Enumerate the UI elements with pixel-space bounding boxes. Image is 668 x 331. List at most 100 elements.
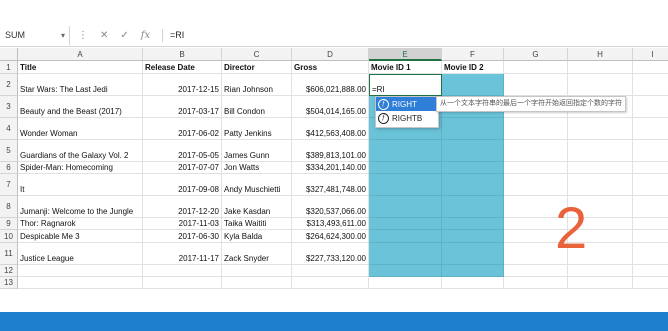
table-cell[interactable] [504,277,568,289]
table-cell[interactable]: Wonder Woman [18,118,143,140]
row-header[interactable]: 5 [0,140,18,162]
table-cell[interactable] [568,74,633,96]
table-cell[interactable] [633,230,668,243]
table-cell[interactable]: 2017-12-15 [143,74,222,96]
table-cell[interactable]: $313,493,611.00 [292,218,369,230]
row-header[interactable]: 11 [0,243,18,265]
enter-icon[interactable]: ✓ [120,30,128,41]
table-cell[interactable]: Gross [292,61,369,74]
table-cell[interactable]: $320,537,066.00 [292,196,369,218]
table-cell[interactable]: Title [18,61,143,74]
table-cell[interactable]: 2017-11-03 [143,218,222,230]
table-cell[interactable] [442,265,504,277]
table-cell[interactable] [633,140,668,162]
table-cell[interactable]: Star Wars: The Last Jedi [18,74,143,96]
row-header[interactable]: 9 [0,218,18,230]
table-cell[interactable]: $227,733,120.00 [292,243,369,265]
column-header-b[interactable]: B [143,48,222,61]
table-cell[interactable] [369,140,442,162]
name-box[interactable]: SUM ▾ [0,26,70,45]
column-header-f[interactable]: F [442,48,504,61]
table-cell[interactable] [633,218,668,230]
table-cell[interactable] [442,196,504,218]
table-cell[interactable] [568,265,633,277]
row-header[interactable]: 3 [0,96,18,118]
table-cell[interactable]: Bill Condon [222,96,292,118]
table-cell[interactable] [369,243,442,265]
table-cell[interactable] [442,118,504,140]
table-cell[interactable]: Thor: Ragnarok [18,218,143,230]
row-header[interactable]: 13 [0,277,18,289]
select-all-button[interactable] [0,48,18,61]
table-cell[interactable] [222,265,292,277]
table-cell[interactable]: 2017-06-02 [143,118,222,140]
table-cell[interactable] [222,277,292,289]
table-cell[interactable] [504,174,568,196]
table-cell[interactable]: $327,481,748.00 [292,174,369,196]
table-cell[interactable] [504,61,568,74]
table-cell[interactable] [292,277,369,289]
table-cell[interactable] [568,277,633,289]
table-cell[interactable] [442,140,504,162]
table-cell[interactable] [633,74,668,96]
table-cell[interactable]: Kyla Balda [222,230,292,243]
row-header[interactable]: 2 [0,74,18,96]
table-cell[interactable] [633,96,668,118]
table-cell[interactable]: Guardians of the Galaxy Vol. 2 [18,140,143,162]
column-header-a[interactable]: A [18,48,143,61]
table-cell[interactable] [369,174,442,196]
table-cell[interactable]: $334,201,140.00 [292,162,369,174]
table-cell[interactable]: Movie ID 2 [442,61,504,74]
table-cell[interactable]: James Gunn [222,140,292,162]
table-cell[interactable] [568,140,633,162]
table-cell[interactable] [633,277,668,289]
table-cell[interactable]: Director [222,61,292,74]
column-header-c[interactable]: C [222,48,292,61]
table-cell[interactable] [369,265,442,277]
table-cell[interactable] [292,265,369,277]
table-cell[interactable]: $264,624,300.00 [292,230,369,243]
row-header[interactable]: 10 [0,230,18,243]
table-cell[interactable] [369,230,442,243]
table-cell[interactable]: 2017-11-17 [143,243,222,265]
table-cell[interactable]: $504,014,165.00 [292,96,369,118]
formula-input[interactable]: =RI [170,26,184,45]
autocomplete-item-right[interactable]: ƒ RIGHT [376,97,438,111]
table-cell[interactable]: Andy Muschietti [222,174,292,196]
table-cell[interactable] [442,174,504,196]
table-cell[interactable] [143,265,222,277]
active-cell[interactable]: =RI [369,74,442,96]
table-cell[interactable] [143,277,222,289]
table-cell[interactable] [369,218,442,230]
column-header-h[interactable]: H [568,48,633,61]
table-cell[interactable]: 2017-07-07 [143,162,222,174]
table-cell[interactable] [504,74,568,96]
table-cell[interactable]: Taika Waititi [222,218,292,230]
table-cell[interactable] [442,218,504,230]
table-cell[interactable] [633,196,668,218]
table-cell[interactable]: $606,021,888.00 [292,74,369,96]
row-header[interactable]: 12 [0,265,18,277]
table-cell[interactable] [18,277,143,289]
column-header-d[interactable]: D [292,48,369,61]
table-cell[interactable]: Beauty and the Beast (2017) [18,96,143,118]
table-cell[interactable]: 2017-09-08 [143,174,222,196]
table-cell[interactable] [18,265,143,277]
table-cell[interactable] [633,118,668,140]
table-cell[interactable]: $412,563,408.00 [292,118,369,140]
table-cell[interactable] [633,243,668,265]
table-cell[interactable] [633,174,668,196]
table-cell[interactable] [633,61,668,74]
table-cell[interactable]: Despicable Me 3 [18,230,143,243]
table-cell[interactable]: Release Date [143,61,222,74]
table-cell[interactable] [504,265,568,277]
row-header[interactable]: 6 [0,162,18,174]
table-cell[interactable] [442,74,504,96]
table-cell[interactable]: Jake Kasdan [222,196,292,218]
row-header[interactable]: 1 [0,61,18,74]
table-cell[interactable] [504,118,568,140]
table-cell[interactable]: Jumanji: Welcome to the Jungle [18,196,143,218]
table-cell[interactable] [442,277,504,289]
table-cell[interactable] [442,230,504,243]
row-header[interactable]: 8 [0,196,18,218]
